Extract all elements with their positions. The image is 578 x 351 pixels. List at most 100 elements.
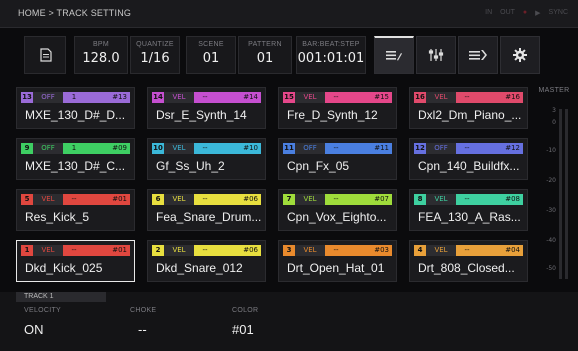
pattern-field[interactable]: PATTERN 01	[238, 36, 292, 74]
pad-info-strip: 13 OFF 1 #13	[21, 92, 130, 103]
pad-1-selected[interactable]: 1 VEL -- #01 Dkd_Kick_025	[16, 240, 135, 282]
sync-indicator: SYNC	[548, 9, 568, 16]
velocity-param[interactable]: VELOCITY ON	[24, 307, 61, 337]
pad-5[interactable]: 5 VEL -- #01 Res_Kick_5	[16, 189, 135, 231]
pad-number: 16	[414, 92, 426, 103]
pad-4[interactable]: 4 VEL -- #04 Drt_808_Closed...	[409, 240, 528, 282]
pad-color-id: #16	[478, 92, 523, 103]
pad-3[interactable]: 3 VEL -- #03 Drt_Open_Hat_01	[278, 240, 397, 282]
pad-color-id: #03	[347, 245, 392, 256]
pad-color-id: #07	[347, 194, 392, 205]
pad-16[interactable]: 16 VEL -- #16 Dxl2_Dm_Piano_...	[409, 87, 528, 129]
pad-sample-name: Drt_Open_Hat_01	[287, 261, 385, 275]
pad-6[interactable]: 6 VEL -- #06 Fea_Snare_Drum...	[147, 189, 266, 231]
quantize-field[interactable]: QUANTIZE 1/16	[130, 36, 180, 74]
pad-sample-name: Dkd_Snare_012	[156, 261, 243, 275]
pad-number: 12	[414, 143, 426, 154]
track-panel: TRACK 1 VELOCITY ON CHOKE -- COLOR #01	[0, 292, 578, 351]
pad-info-strip: 16 VEL -- #16	[414, 92, 523, 103]
pad-mode: OFF	[33, 143, 63, 154]
pad-color-id: #06	[216, 245, 261, 256]
pad-info-strip: 8 VEL -- #08	[414, 194, 523, 205]
master-meter-left	[559, 109, 562, 279]
pad-info-strip: 1 VEL -- #01	[21, 245, 130, 256]
pad-sample-name: MXE_130_D#_D...	[25, 108, 126, 122]
pad-sample-name: Fre_D_Synth_12	[287, 108, 378, 122]
scale-tick: -30	[546, 207, 556, 214]
pad-channel: --	[325, 245, 347, 256]
choke-param[interactable]: CHOKE --	[130, 307, 156, 337]
pad-mode: OFF	[33, 92, 63, 103]
pad-10[interactable]: 10 VEL -- #10 Gf_Ss_Uh_2	[147, 138, 266, 180]
pad-sample-name: Dkd_Kick_025	[25, 261, 103, 275]
track-tab[interactable]: TRACK 1	[16, 292, 106, 302]
pad-edit-icon	[386, 50, 402, 61]
pad-channel: --	[456, 194, 478, 205]
pad-edit-mode-button[interactable]	[374, 36, 414, 74]
scale-tick: -10	[546, 147, 556, 154]
pad-color-id: #01	[85, 245, 130, 256]
pad-9[interactable]: 9 OFF 1 #09 MXE_130_D#_C...	[16, 138, 135, 180]
pad-number: 4	[414, 245, 426, 256]
pad-info-strip: 10 VEL -- #10	[152, 143, 261, 154]
record-indicator: ●	[522, 9, 528, 16]
pad-info-strip: 6 VEL -- #06	[152, 194, 261, 205]
pad-number: 8	[414, 194, 426, 205]
master-label: MASTER	[538, 87, 570, 94]
pad-channel: --	[194, 194, 216, 205]
position-label: BAR:BEAT:STEP	[302, 41, 360, 48]
pad-2[interactable]: 2 VEL -- #06 Dkd_Snare_012	[147, 240, 266, 282]
pad-channel: --	[325, 143, 347, 154]
pad-number: 7	[283, 194, 295, 205]
settings-button[interactable]	[500, 36, 540, 74]
pad-7[interactable]: 7 VEL -- #07 Cpn_Vox_Eighto...	[278, 189, 397, 231]
pad-sample-name: Res_Kick_5	[25, 210, 90, 224]
file-button[interactable]	[24, 36, 66, 74]
pad-number: 10	[152, 143, 164, 154]
pad-sample-name: FEA_130_A_Ras...	[418, 210, 521, 224]
bpm-field[interactable]: BPM 128.0	[74, 36, 128, 74]
master-meter-right	[565, 109, 568, 279]
pad-sample-name: Dsr_E_Synth_14	[156, 108, 247, 122]
pad-mode: OFF	[295, 143, 325, 154]
pad-channel: --	[194, 245, 216, 256]
pad-mode: VEL	[164, 245, 194, 256]
pad-sample-name: Gf_Ss_Uh_2	[156, 159, 225, 173]
pad-12[interactable]: 12 OFF -- #12 Cpn_140_Buildfx...	[409, 138, 528, 180]
scene-label: SCENE	[198, 41, 224, 48]
pad-info-strip: 7 VEL -- #07	[283, 194, 392, 205]
pad-mode: VEL	[164, 143, 194, 154]
pad-mode: VEL	[426, 194, 456, 205]
pad-info-strip: 9 OFF 1 #09	[21, 143, 130, 154]
pad-sample-name: Fea_Snare_Drum...	[156, 210, 262, 224]
pad-15[interactable]: 15 VEL -- #15 Fre_D_Synth_12	[278, 87, 397, 129]
pad-8[interactable]: 8 VEL -- #08 FEA_130_A_Ras...	[409, 189, 528, 231]
pad-sample-name: Dxl2_Dm_Piano_...	[418, 108, 522, 122]
pad-channel: --	[194, 92, 216, 103]
pad-channel: --	[194, 143, 216, 154]
mixer-icon	[428, 49, 444, 61]
scene-field[interactable]: SCENE 01	[186, 36, 236, 74]
pad-number: 6	[152, 194, 164, 205]
scale-tick: -50	[546, 265, 556, 272]
pad-sample-name: Drt_808_Closed...	[418, 261, 515, 275]
color-param[interactable]: COLOR #01	[232, 307, 258, 337]
pad-11[interactable]: 11 OFF -- #11 Cpn_Fx_05	[278, 138, 397, 180]
pad-14[interactable]: 14 VEL -- #14 Dsr_E_Synth_14	[147, 87, 266, 129]
pad-color-id: #08	[478, 194, 523, 205]
pad-mode: VEL	[426, 245, 456, 256]
breadcrumb: HOME > TRACK SETTING	[18, 8, 132, 18]
pad-channel: --	[456, 143, 478, 154]
pad-channel: --	[325, 92, 347, 103]
midi-out-indicator: OUT	[500, 9, 515, 16]
pad-number: 2	[152, 245, 164, 256]
mixer-mode-button[interactable]	[416, 36, 456, 74]
pad-mode: VEL	[164, 92, 194, 103]
pad-color-id: #09	[85, 143, 130, 154]
pad-number: 15	[283, 92, 295, 103]
sequence-mode-button[interactable]	[458, 36, 498, 74]
pad-channel: --	[63, 194, 85, 205]
pad-13[interactable]: 13 OFF 1 #13 MXE_130_D#_D...	[16, 87, 135, 129]
pad-mode: VEL	[295, 92, 325, 103]
file-icon	[25, 37, 67, 73]
